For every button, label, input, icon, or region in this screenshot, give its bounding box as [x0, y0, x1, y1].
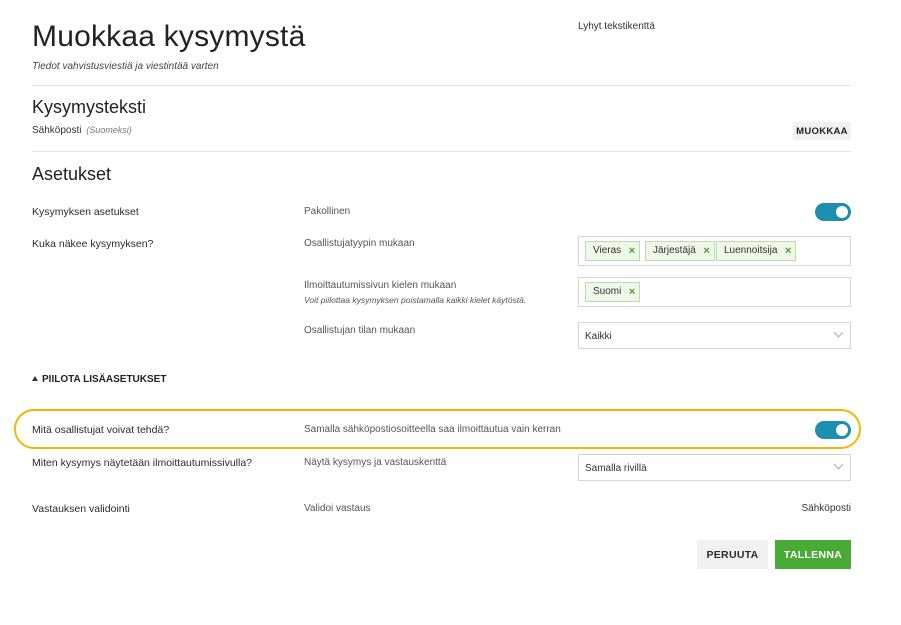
tag-guest: Vieras ×: [585, 241, 641, 261]
tag-speaker: Luennoitsija ×: [716, 241, 797, 261]
tag-label: Suomi: [593, 286, 622, 297]
toggle-knob: [836, 206, 848, 218]
status-select-value: Kaikki: [585, 331, 612, 342]
cancel-button[interactable]: PERUUTA: [697, 540, 768, 569]
by-language-hint: Voit piilottaa kysymyksen poistamalla ka…: [304, 295, 527, 305]
status-select[interactable]: Kaikki: [578, 322, 851, 349]
tag-organizer: Järjestäjä ×: [645, 241, 715, 261]
tag-finnish: Suomi ×: [585, 282, 641, 302]
triangle-up-icon: [32, 376, 38, 381]
participant-type-tags[interactable]: Vieras × Järjestäjä × Luennoitsija ×: [578, 236, 851, 266]
page-title: Muokkaa kysymystä: [32, 20, 306, 53]
page-subtitle: Tiedot vahvistusviestiä ja viestintää va…: [32, 61, 219, 72]
remove-tag-icon[interactable]: ×: [629, 283, 635, 301]
by-status-label: Osallistujan tilan mukaan: [304, 325, 416, 336]
visibility-label: Kuka näkee kysymyksen?: [32, 238, 154, 250]
remove-tag-icon[interactable]: ×: [785, 242, 791, 260]
question-text: Sähköposti: [32, 125, 82, 136]
remove-tag-icon[interactable]: ×: [703, 242, 709, 260]
divider: [32, 151, 851, 152]
tag-label: Luennoitsija: [724, 245, 778, 256]
tag-label: Vieras: [593, 245, 622, 256]
language-tags[interactable]: Suomi ×: [578, 277, 851, 307]
single-registration-label: Samalla sähköpostiosoitteella saa ilmoit…: [304, 424, 561, 435]
display-label: Miten kysymys näytetään ilmoittautumissi…: [32, 457, 252, 469]
what-can-do-label: Mitä osallistujat voivat tehdä?: [32, 424, 170, 436]
by-type-label: Osallistujatyypin mukaan: [304, 238, 415, 249]
hide-advanced-toggle[interactable]: PIILOTA LISÄASETUKSET: [32, 374, 166, 385]
question-text-heading: Kysymysteksti: [32, 97, 147, 117]
validation-sub-label: Validoi vastaus: [304, 503, 371, 514]
tag-label: Järjestäjä: [653, 245, 696, 256]
by-language-label: Ilmoittautumissivun kielen mukaan: [304, 280, 457, 291]
question-text-value: Sähköposti (Suomeksi): [32, 125, 132, 136]
chevron-down-icon: [833, 327, 844, 338]
settings-heading: Asetukset: [32, 164, 112, 184]
display-select[interactable]: Samalla rivillä: [578, 454, 851, 481]
question-settings-label: Kysymyksen asetukset: [32, 206, 139, 218]
validation-label: Vastauksen validointi: [32, 503, 130, 515]
remove-tag-icon[interactable]: ×: [629, 242, 635, 260]
save-button[interactable]: TALLENNA: [775, 540, 851, 569]
field-type-label: Lyhyt tekstikenttä: [578, 21, 655, 32]
display-select-value: Samalla rivillä: [585, 463, 647, 474]
hide-advanced-label: PIILOTA LISÄASETUKSET: [42, 374, 167, 385]
display-sub-label: Näytä kysymys ja vastauskenttä: [304, 457, 447, 468]
toggle-knob: [836, 424, 848, 436]
validation-value[interactable]: Sähköposti: [802, 503, 851, 514]
question-language: (Suomeksi): [86, 125, 132, 135]
chevron-down-icon: [833, 459, 844, 470]
edit-button[interactable]: MUOKKAA: [793, 122, 851, 140]
single-registration-toggle[interactable]: [815, 421, 851, 439]
divider: [32, 85, 851, 86]
required-toggle[interactable]: [815, 203, 851, 221]
required-label: Pakollinen: [304, 206, 351, 217]
